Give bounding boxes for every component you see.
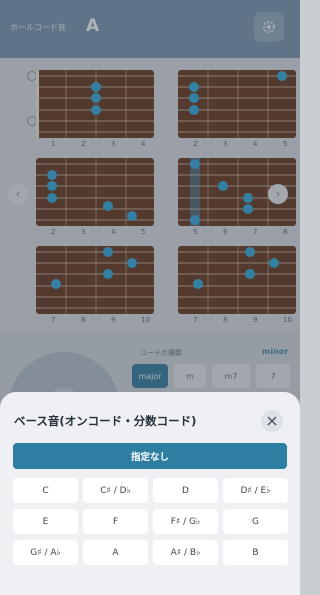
note-b-button[interactable]: B	[223, 540, 288, 565]
note-d-button[interactable]: D	[153, 478, 218, 503]
note-a-sharp-button[interactable]: A♯ / B♭	[153, 540, 218, 565]
note-g-button[interactable]: G	[223, 509, 288, 534]
note-d-sharp-button[interactable]: D♯ / E♭	[223, 478, 288, 503]
note-f-sharp-button[interactable]: F♯ / G♭	[153, 509, 218, 534]
note-c-button[interactable]: C	[13, 478, 78, 503]
bass-note-grid: C C♯ / D♭ D D♯ / E♭ E F F♯ / G♭ G G♯ / A…	[13, 478, 288, 565]
note-f-button[interactable]: F	[83, 509, 148, 534]
sheet-title: ベース音(オンコード・分数コード)	[14, 414, 197, 428]
note-c-sharp-button[interactable]: C♯ / D♭	[83, 478, 148, 503]
no-bass-note-button[interactable]: 指定なし	[13, 443, 287, 469]
note-e-button[interactable]: E	[13, 509, 78, 534]
note-a-button[interactable]: A	[83, 540, 148, 565]
note-g-sharp-button[interactable]: G♯ / A♭	[13, 540, 78, 565]
close-icon	[267, 416, 277, 426]
close-button[interactable]	[261, 410, 283, 432]
bass-note-sheet: ベース音(オンコード・分数コード) 指定なし C C♯ / D♭ D D♯ / …	[0, 392, 300, 595]
